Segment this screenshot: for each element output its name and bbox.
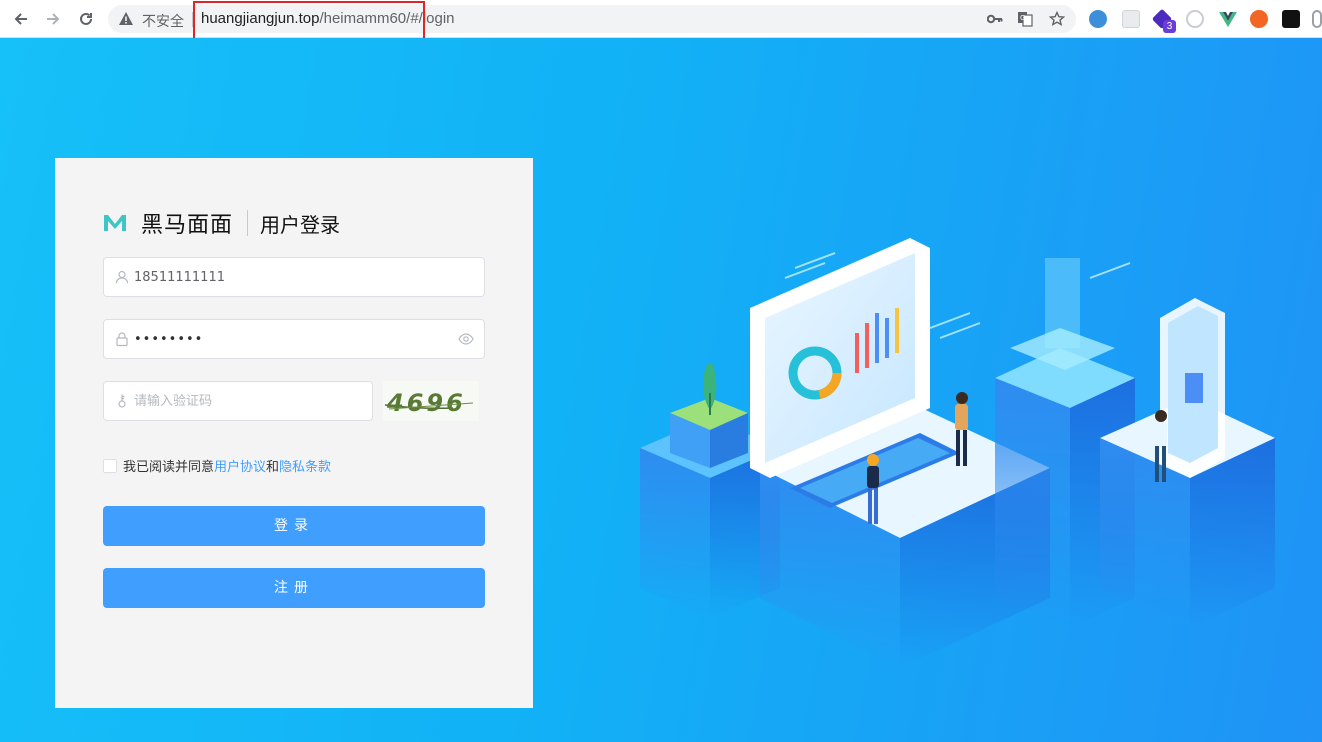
vue-devtools-icon[interactable] — [1219, 10, 1237, 28]
captcha-graphic: 4696 — [384, 389, 474, 417]
brand-divider — [247, 210, 249, 236]
captcha-input[interactable] — [134, 382, 364, 420]
star-icon[interactable] — [1048, 11, 1066, 27]
extension-globe-icon[interactable] — [1089, 10, 1107, 28]
login-page: 黑马面面 用户登录 18511111111 •••••••• 请输入验证码 46… — [0, 38, 1322, 742]
brand-logo-icon — [104, 215, 126, 231]
lock-icon — [116, 332, 128, 347]
privacy-terms-link[interactable]: 隐私条款 — [279, 456, 331, 475]
back-button[interactable] — [10, 8, 32, 30]
register-button[interactable]: 注册 — [103, 568, 485, 608]
arrow-right-icon — [47, 13, 60, 25]
reload-button[interactable] — [75, 8, 97, 30]
login-card: 黑马面面 用户登录 18511111111 •••••••• 请输入验证码 46… — [55, 158, 533, 708]
key-icon[interactable] — [986, 11, 1004, 27]
phone-block — [1100, 298, 1275, 628]
isometric-illustration — [640, 238, 1275, 668]
extension-badge: 3 — [1163, 20, 1176, 33]
insecure-label[interactable]: 不安全 — [142, 11, 184, 31]
phone-input[interactable] — [134, 258, 454, 296]
translate-icon[interactable]: G — [1016, 11, 1034, 27]
phone-field[interactable] — [103, 257, 485, 297]
agree-prefix: 我已阅读并同意 — [123, 460, 215, 475]
brand-name: 黑马面面 — [141, 213, 234, 238]
captcha-text: 4696 — [386, 389, 466, 417]
and-text: 和 — [266, 460, 280, 475]
forward-button[interactable] — [42, 8, 64, 30]
extension-link-icon[interactable] — [1312, 10, 1322, 28]
extension-orange-icon[interactable] — [1250, 10, 1268, 28]
extension-grid-icon[interactable] — [1122, 10, 1140, 28]
arrow-left-icon — [14, 13, 27, 25]
key-icon — [118, 394, 126, 408]
user-agreement-link[interactable]: 用户协议 — [214, 456, 266, 475]
agree-checkbox[interactable] — [103, 458, 117, 473]
extension-circle-icon[interactable] — [1186, 10, 1204, 28]
agreement-row: 我已阅读并同意 用户协议 和 隐私条款 — [103, 456, 331, 475]
captcha-image[interactable]: 4696 — [383, 381, 479, 421]
browser-toolbar: 不安全 huangjiangjun.top/heimamm60/#/login … — [0, 0, 1322, 49]
password-field[interactable] — [103, 319, 485, 359]
captcha-field[interactable] — [103, 381, 373, 421]
eye-icon[interactable] — [458, 332, 474, 346]
extension-dark-icon[interactable] — [1282, 10, 1300, 28]
warning-icon — [118, 11, 134, 32]
password-input[interactable] — [134, 320, 454, 358]
user-icon — [115, 270, 129, 284]
page-title: 用户登录 — [260, 212, 341, 237]
login-button[interactable]: 登录 — [103, 506, 485, 546]
svg-text:G: G — [1020, 14, 1025, 22]
reload-icon — [80, 12, 92, 25]
brand-header: 黑马面面 用户登录 — [103, 208, 340, 238]
